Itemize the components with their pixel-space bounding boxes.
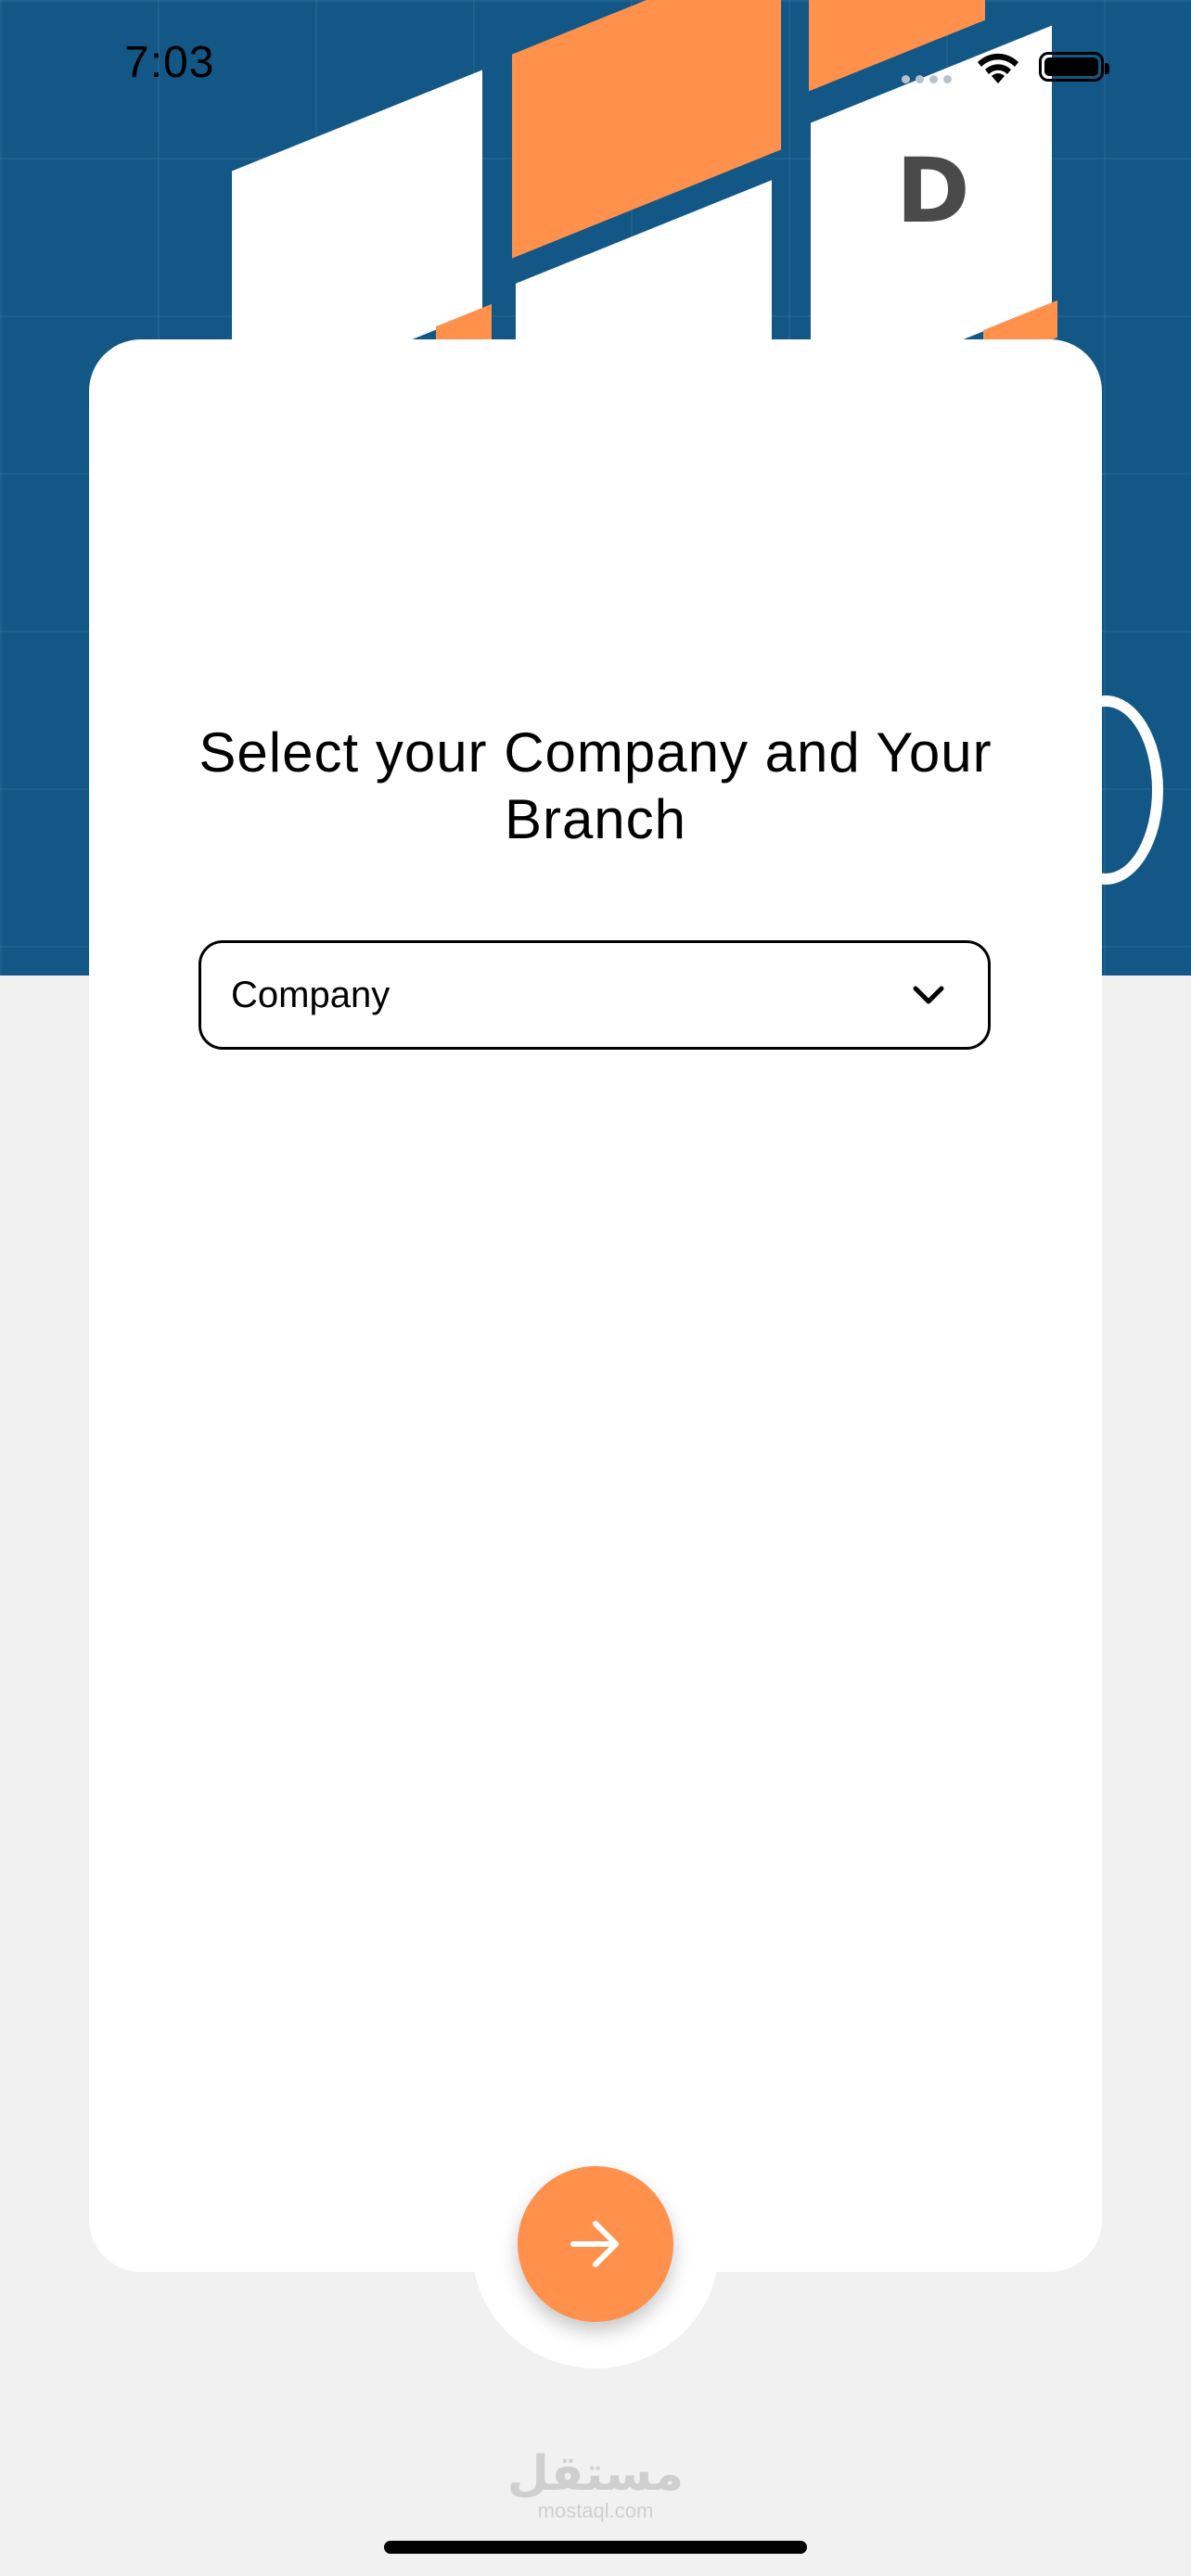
watermark: مستقل mostaql.com [501, 2448, 690, 2522]
status-time: 7:03 [124, 38, 215, 87]
home-indicator[interactable] [384, 2541, 807, 2554]
hero-letter: D [896, 139, 970, 243]
battery-icon [1039, 52, 1109, 82]
signal-dots-icon [902, 75, 952, 83]
wifi-icon [978, 53, 1018, 83]
watermark-latin: mostaql.com [537, 2499, 654, 2522]
next-button[interactable] [518, 2166, 673, 2322]
company-dropdown-value: Company [231, 974, 391, 1015]
arrow-right-icon [570, 2221, 619, 2267]
watermark-arabic: مستقل [506, 2446, 685, 2502]
selection-card: Select your Company and Your Branch Comp… [89, 339, 1102, 2272]
page-title: Select your Company and Your Branch [198, 721, 992, 850]
chevron-down-icon [913, 986, 944, 1004]
status-bar: 7:03 [0, 0, 1191, 139]
company-dropdown[interactable]: Company [198, 940, 991, 1050]
